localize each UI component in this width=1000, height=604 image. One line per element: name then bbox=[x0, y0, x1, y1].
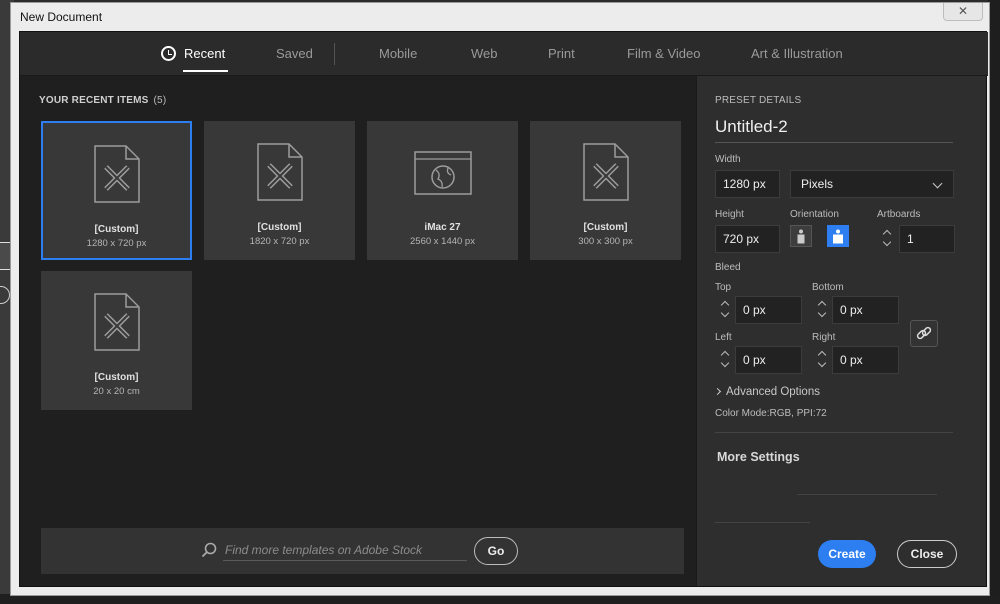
adobe-stock-search-bar: Go bbox=[41, 528, 684, 574]
recent-item-size: 2560 x 1440 px bbox=[410, 236, 475, 247]
new-document-window: New Document ✕ Recent Saved Mobile Web P… bbox=[10, 2, 990, 596]
bleed-left-stepper[interactable] bbox=[715, 346, 737, 374]
tab-art-illustration[interactable]: Art & Illustration bbox=[751, 46, 843, 61]
document-pencil-icon bbox=[256, 143, 303, 201]
color-mode-info: Color Mode:RGB, PPI:72 bbox=[715, 408, 827, 419]
recent-items-count: (5) bbox=[153, 95, 167, 106]
preset-details-heading: PRESET DETAILS bbox=[715, 95, 802, 106]
bleed-bottom-field[interactable]: 0 px bbox=[832, 296, 899, 324]
window-close-button[interactable]: ✕ bbox=[943, 3, 983, 21]
bleed-label: Bleed bbox=[715, 262, 741, 273]
clock-icon bbox=[161, 46, 176, 61]
bleed-right-stepper[interactable] bbox=[812, 346, 834, 374]
bleed-right-label: Right bbox=[812, 332, 836, 343]
bleed-left-field[interactable]: 0 px bbox=[735, 346, 802, 374]
recent-item-name: iMac 27 bbox=[424, 222, 461, 233]
height-field[interactable]: 720 px bbox=[715, 225, 780, 253]
chevron-down-icon bbox=[882, 237, 892, 247]
tab-saved[interactable]: Saved bbox=[276, 46, 313, 61]
preset-details-panel: PRESET DETAILS Untitled-2 Width 1280 px … bbox=[696, 76, 986, 586]
document-pencil-icon bbox=[93, 145, 140, 203]
advanced-options-toggle[interactable]: Advanced Options bbox=[713, 386, 820, 398]
chevron-down-icon bbox=[720, 308, 730, 318]
chevron-down-icon bbox=[932, 178, 943, 189]
go-button[interactable]: Go bbox=[474, 537, 518, 565]
divider bbox=[797, 494, 937, 495]
recent-item-name: [Custom] bbox=[94, 372, 139, 383]
close-button[interactable]: Close bbox=[897, 540, 957, 568]
width-label: Width bbox=[715, 154, 741, 165]
recent-item-card[interactable]: [Custom] 1820 x 720 px bbox=[204, 121, 355, 260]
height-label: Height bbox=[715, 209, 744, 220]
recent-item-card[interactable]: [Custom] 300 x 300 px bbox=[530, 121, 681, 260]
preset-tabs: Recent Saved Mobile Web Print Film & Vid… bbox=[20, 32, 988, 76]
tab-web[interactable]: Web bbox=[471, 46, 498, 61]
new-document-dialog: Recent Saved Mobile Web Print Film & Vid… bbox=[19, 31, 988, 587]
recent-item-card[interactable]: iMac 27 2560 x 1440 px bbox=[367, 121, 518, 260]
divider bbox=[715, 432, 953, 433]
bleed-top-stepper[interactable] bbox=[715, 296, 737, 324]
window-title: New Document bbox=[20, 10, 103, 24]
document-pencil-icon bbox=[93, 293, 140, 351]
chain-link-icon bbox=[916, 326, 932, 340]
recent-item-size: 300 x 300 px bbox=[578, 236, 633, 247]
link-bleed-button[interactable] bbox=[910, 320, 938, 347]
recent-items-panel: YOUR RECENT ITEMS (5) [Custom] 1280 x 720… bbox=[20, 76, 696, 586]
recent-item-name: [Custom] bbox=[94, 224, 139, 235]
bleed-top-label: Top bbox=[715, 282, 732, 293]
tab-recent[interactable]: Recent bbox=[161, 46, 229, 72]
tab-mobile[interactable]: Mobile bbox=[379, 46, 417, 61]
bleed-bottom-label: Bottom bbox=[812, 282, 844, 293]
divider bbox=[715, 522, 810, 523]
portrait-orientation-button[interactable] bbox=[790, 225, 812, 247]
chevron-right-icon bbox=[713, 387, 722, 396]
artboards-label: Artboards bbox=[877, 209, 921, 220]
bleed-right-field[interactable]: 0 px bbox=[832, 346, 899, 374]
web-browser-globe-icon bbox=[413, 151, 472, 195]
recent-item-name: [Custom] bbox=[257, 222, 302, 233]
recent-items-heading: YOUR RECENT ITEMS (5) bbox=[39, 95, 166, 106]
tab-label: Recent bbox=[184, 46, 226, 61]
chevron-down-icon bbox=[720, 358, 730, 368]
width-field[interactable]: 1280 px bbox=[715, 170, 780, 198]
orientation-label: Orientation bbox=[790, 209, 839, 220]
recent-item-size: 1820 x 720 px bbox=[249, 236, 310, 247]
recent-item-name: [Custom] bbox=[583, 222, 628, 233]
bleed-top-field[interactable]: 0 px bbox=[735, 296, 802, 324]
recent-items-title: YOUR RECENT ITEMS bbox=[39, 95, 149, 106]
artboards-stepper[interactable] bbox=[877, 225, 899, 253]
units-selected: Pixels bbox=[801, 177, 834, 191]
artboards-field[interactable]: 1 bbox=[899, 225, 955, 253]
landscape-orientation-button[interactable] bbox=[827, 225, 849, 247]
more-settings-button[interactable]: More Settings bbox=[717, 450, 800, 464]
window-titlebar[interactable]: New Document ✕ bbox=[11, 3, 989, 31]
advanced-options-label: Advanced Options bbox=[726, 386, 820, 398]
search-icon bbox=[201, 542, 217, 558]
landscape-icon bbox=[833, 229, 843, 244]
bleed-left-label: Left bbox=[715, 332, 732, 343]
recent-item-card[interactable]: [Custom] 1280 x 720 px bbox=[41, 121, 192, 260]
tab-divider bbox=[334, 43, 335, 65]
document-name-field[interactable]: Untitled-2 bbox=[715, 117, 953, 143]
recent-item-card[interactable]: [Custom] 20 x 20 cm bbox=[41, 271, 192, 410]
document-pencil-icon bbox=[582, 143, 629, 201]
units-dropdown[interactable]: Pixels bbox=[790, 170, 954, 198]
recent-item-size: 20 x 20 cm bbox=[93, 386, 140, 397]
stock-search-input[interactable] bbox=[223, 539, 467, 561]
chevron-down-icon bbox=[817, 308, 827, 318]
bleed-bottom-stepper[interactable] bbox=[812, 296, 834, 324]
portrait-icon bbox=[797, 229, 805, 244]
create-button[interactable]: Create bbox=[818, 540, 876, 568]
active-tab-indicator bbox=[183, 70, 229, 72]
tab-film-video[interactable]: Film & Video bbox=[627, 46, 700, 61]
chevron-down-icon bbox=[817, 358, 827, 368]
tab-print[interactable]: Print bbox=[548, 46, 575, 61]
recent-item-size: 1280 x 720 px bbox=[86, 238, 147, 249]
